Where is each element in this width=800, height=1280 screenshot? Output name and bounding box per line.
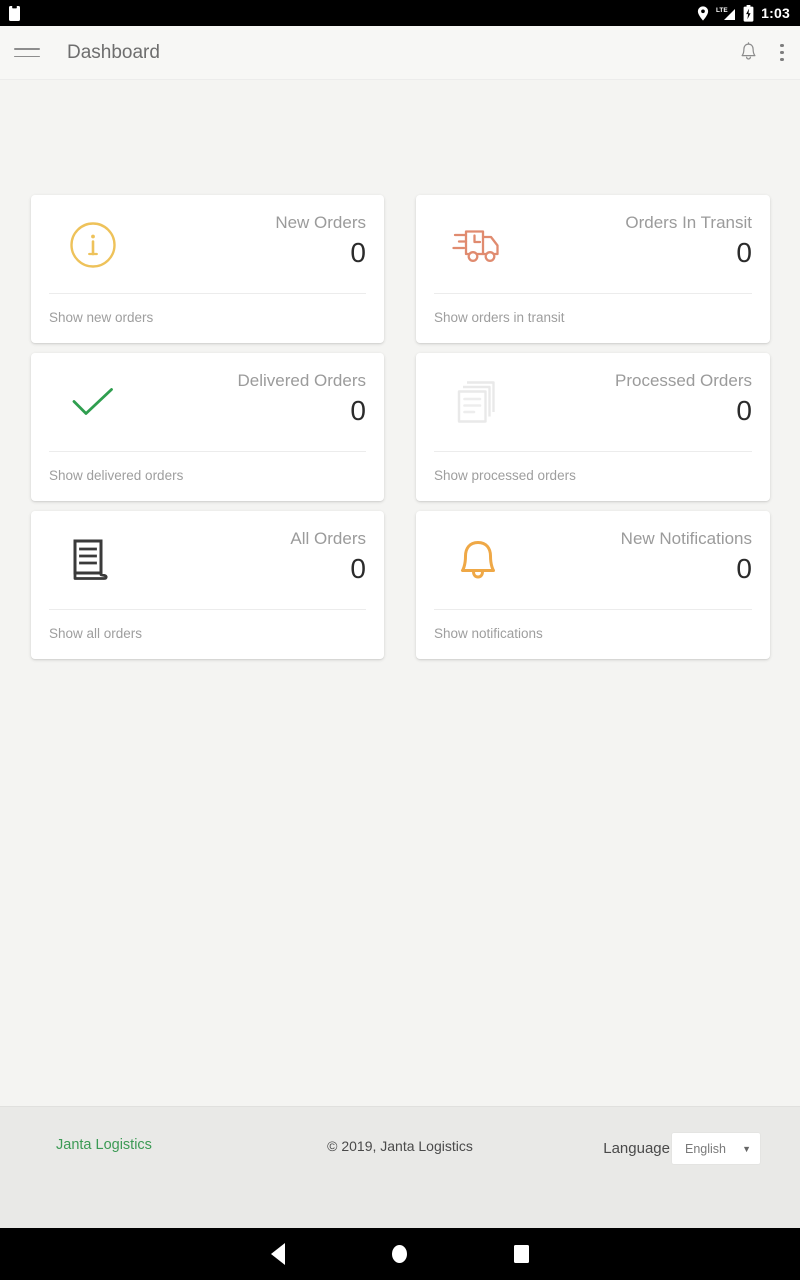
- hamburger-menu-icon[interactable]: [14, 42, 42, 64]
- card-link-show-orders-in-transit[interactable]: Show orders in transit: [416, 294, 770, 343]
- card-title: All Orders: [290, 529, 366, 548]
- bell-outline-icon: [450, 533, 506, 589]
- sim-card-icon: [9, 4, 20, 21]
- card-title: New Orders: [275, 213, 366, 232]
- card-processed-orders[interactable]: Processed Orders 0 Show processed orders: [416, 353, 770, 501]
- check-mark-icon: [65, 375, 121, 431]
- card-orders-in-transit[interactable]: Orders In Transit 0 Show orders in trans…: [416, 195, 770, 343]
- status-bar-left: [8, 4, 21, 22]
- app-bar: Dashboard: [0, 26, 800, 80]
- delivery-truck-icon: [450, 217, 506, 273]
- card-link-show-delivered-orders[interactable]: Show delivered orders: [31, 452, 384, 501]
- card-top: Delivered Orders 0: [31, 353, 384, 451]
- dashboard-card-grid: New Orders 0 Show new orders Orders In T…: [0, 80, 800, 659]
- android-navigation-bar: [0, 1228, 800, 1280]
- recents-button-icon[interactable]: [514, 1245, 529, 1263]
- more-vertical-icon[interactable]: [780, 42, 784, 64]
- card-value: 0: [736, 553, 752, 584]
- card-title: Processed Orders: [615, 371, 752, 390]
- dashboard-content: New Orders 0 Show new orders Orders In T…: [0, 80, 800, 1106]
- card-text: All Orders 0: [290, 527, 366, 587]
- card-text: Processed Orders 0: [615, 369, 752, 429]
- language-select[interactable]: English ▼: [672, 1133, 760, 1164]
- language-selector: Language English ▼: [603, 1133, 760, 1164]
- home-button-icon[interactable]: [392, 1245, 407, 1263]
- card-link-show-processed-orders[interactable]: Show processed orders: [416, 452, 770, 501]
- status-bar: LTE 1:03: [0, 0, 800, 26]
- card-link-show-notifications[interactable]: Show notifications: [416, 610, 770, 659]
- language-select-value: English: [685, 1141, 726, 1156]
- svg-text:LTE: LTE: [716, 7, 728, 14]
- info-circle-icon: [65, 217, 121, 273]
- chevron-down-icon: ▼: [742, 1143, 751, 1154]
- card-title: Delivered Orders: [237, 371, 367, 390]
- page-title: Dashboard: [67, 41, 160, 63]
- card-text: Orders In Transit 0: [625, 211, 752, 271]
- card-link-show-all-orders[interactable]: Show all orders: [31, 610, 384, 659]
- language-label: Language: [603, 1140, 670, 1157]
- card-text: Delivered Orders 0: [238, 369, 367, 429]
- card-top: New Orders 0: [31, 195, 384, 293]
- device-screen: LTE 1:03 Dashboard New Orders 0 Show new…: [0, 0, 800, 1280]
- card-top: All Orders 0: [31, 511, 384, 609]
- card-all-orders[interactable]: All Orders 0 Show all orders: [31, 511, 384, 659]
- card-value: 0: [736, 395, 752, 426]
- card-top: New Notifications 0: [416, 511, 770, 609]
- card-title: Orders In Transit: [625, 213, 752, 232]
- card-top: Processed Orders 0: [416, 353, 770, 451]
- card-new-notifications[interactable]: New Notifications 0 Show notifications: [416, 511, 770, 659]
- status-bar-clock: 1:03: [761, 5, 790, 21]
- back-button-icon[interactable]: [271, 1243, 285, 1265]
- footer-row: Janta Logistics © 2019, Janta Logistics …: [0, 1107, 800, 1228]
- app-bar-actions: [739, 42, 784, 64]
- card-link-show-new-orders[interactable]: Show new orders: [31, 294, 384, 343]
- invoice-document-icon: [65, 533, 121, 589]
- battery-charging-icon: [743, 4, 754, 22]
- card-top: Orders In Transit 0: [416, 195, 770, 293]
- documents-stack-icon: [450, 375, 506, 431]
- page-footer: Janta Logistics © 2019, Janta Logistics …: [0, 1106, 800, 1228]
- card-value: 0: [350, 553, 366, 584]
- card-new-orders[interactable]: New Orders 0 Show new orders: [31, 195, 384, 343]
- card-value: 0: [350, 237, 366, 268]
- status-bar-right: LTE 1:03: [697, 4, 790, 22]
- location-pin-icon: [698, 5, 709, 21]
- bell-icon[interactable]: [739, 42, 758, 63]
- card-text: New Orders 0: [275, 211, 366, 271]
- card-delivered-orders[interactable]: Delivered Orders 0 Show delivered orders: [31, 353, 384, 501]
- card-value: 0: [736, 237, 752, 268]
- lte-signal-icon: LTE: [716, 7, 736, 20]
- card-title: New Notifications: [620, 529, 752, 548]
- card-value: 0: [350, 395, 366, 426]
- card-text: New Notifications 0: [621, 527, 752, 587]
